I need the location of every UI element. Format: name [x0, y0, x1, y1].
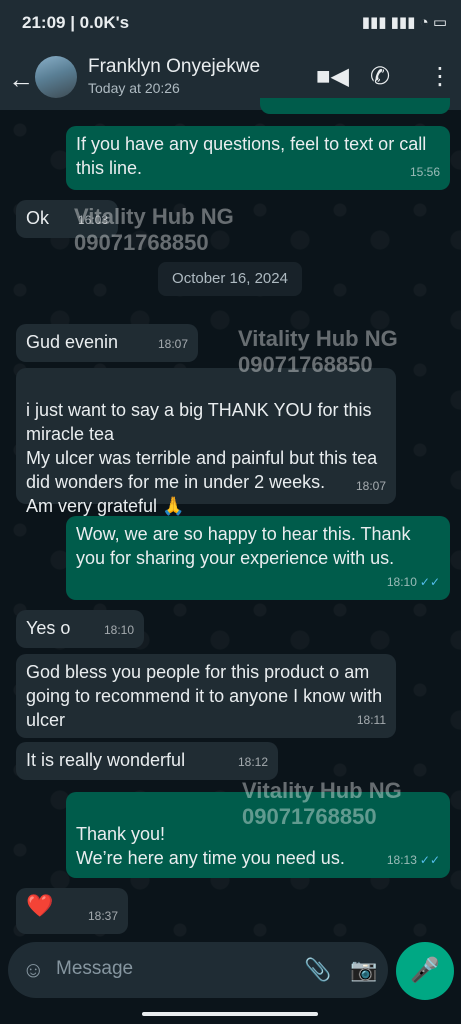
status-bar: 21:09 | 0.0K's ▮▮▮ ▮▮▮ ◔ ▭	[0, 0, 461, 44]
message-bubble-outgoing[interactable]: Wow, we are so happy to hear this. Thank…	[66, 516, 450, 600]
message-input[interactable]: Message	[56, 958, 133, 980]
message-text: If you have any questions, feel to text …	[76, 134, 427, 178]
partial-message-bubble	[260, 98, 450, 114]
message-time: 16:03	[77, 213, 108, 227]
back-arrow-icon[interactable]: ←	[8, 64, 34, 95]
message-composer[interactable]: ☺ Message 📎 📷	[8, 942, 388, 998]
message-text: Wow, we are so happy to hear this. Thank…	[76, 524, 411, 568]
message-bubble-outgoing[interactable]: Thank you! We’re here any time you need …	[66, 792, 450, 878]
mic-button[interactable]: 🎤	[396, 942, 454, 1000]
message-bubble-incoming[interactable]: Gud evenin 18:07	[16, 324, 198, 362]
message-bubble-incoming[interactable]: Yes o 18:10	[16, 610, 144, 648]
message-text: God bless you people for this product o …	[26, 662, 383, 730]
status-time: 21:09 | 0.0K's	[22, 13, 130, 32]
message-bubble-incoming[interactable]: i just want to say a big THANK YOU for t…	[16, 368, 396, 516]
contact-name[interactable]: Franklyn Onyejekwe	[88, 56, 260, 78]
date-separator: October 16, 2024	[158, 262, 302, 296]
message-text: i just want to say a big THANK YOU for t…	[26, 400, 378, 516]
message-time: 18:13 ✓✓	[386, 853, 440, 867]
attach-icon[interactable]: 📎	[304, 957, 331, 983]
message-text: Yes o	[26, 618, 71, 638]
avatar[interactable]	[35, 56, 77, 98]
camera-icon[interactable]: 📷	[350, 957, 377, 983]
message-time: 18:37	[87, 909, 118, 923]
read-receipt-icon: ✓✓	[419, 575, 440, 589]
more-options-icon[interactable]: ⋮	[428, 62, 452, 91]
message-time: 15:56	[409, 165, 440, 179]
gesture-nav-bar[interactable]	[142, 1012, 318, 1016]
message-time: 18:12	[237, 755, 268, 769]
video-call-icon[interactable]: ■◀	[316, 62, 349, 91]
message-text: It is really wonderful	[26, 750, 186, 770]
message-bubble-incoming[interactable]: It is really wonderful 18:12	[16, 742, 278, 780]
read-receipt-icon: ✓✓	[419, 853, 440, 867]
message-bubble-incoming[interactable]: Ok 16:03	[16, 200, 118, 238]
message-text: Gud evenin	[26, 332, 119, 352]
voice-call-icon[interactable]: ✆	[370, 62, 390, 91]
message-time: 18:10	[103, 623, 134, 637]
message-bubble-outgoing[interactable]: If you have any questions, feel to text …	[66, 126, 450, 190]
message-text: Thank you! We’re here any time you need …	[76, 824, 345, 868]
message-bubble-incoming[interactable]: ❤️ 18:37	[16, 888, 128, 934]
message-time: 18:07	[355, 479, 386, 493]
last-seen: Today at 20:26	[88, 80, 180, 96]
message-bubble-incoming[interactable]: God bless you people for this product o …	[16, 654, 396, 738]
message-time: 18:10 ✓✓	[386, 575, 440, 589]
message-time: 18:07	[157, 337, 188, 351]
emoji-icon[interactable]: ☺	[22, 957, 44, 983]
message-text: Ok	[26, 208, 50, 228]
heart-emoji-message: ❤️	[26, 893, 54, 918]
status-icons: ▮▮▮ ▮▮▮ ◔ ▭	[361, 14, 447, 31]
message-time: 18:11	[356, 713, 386, 727]
